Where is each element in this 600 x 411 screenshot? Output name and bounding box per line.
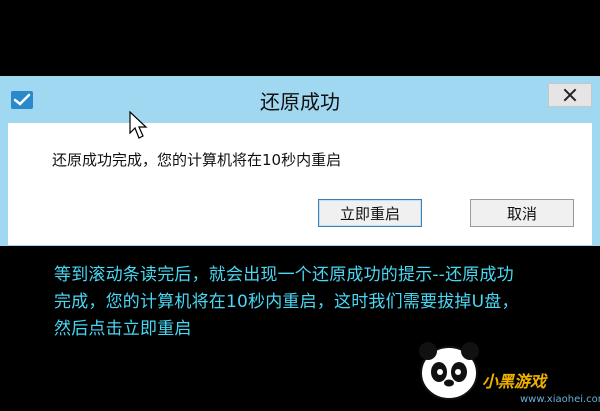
mouse-cursor-icon <box>129 111 148 139</box>
dialog-title: 还原成功 <box>260 90 340 114</box>
watermark-url: www.xiaohei.com <box>520 394 600 405</box>
panda-mascot-logo <box>419 342 479 400</box>
restart-now-button[interactable]: 立即重启 <box>318 199 422 227</box>
cancel-button[interactable]: 取消 <box>470 199 574 227</box>
close-button[interactable] <box>548 83 592 107</box>
dialog-content: 还原成功完成，您的计算机将在10秒内重启 立即重启 取消 <box>8 123 592 245</box>
tutorial-caption: 等到滚动条读完后，就会出现一个还原成功的提示--还原成功完成，您的计算机将在10… <box>54 265 519 339</box>
dialog-titlebar: 还原成功 <box>0 76 600 122</box>
restore-success-dialog: 还原成功 还原成功完成，您的计算机将在10秒内重启 立即重启 取消 <box>0 76 600 246</box>
dialog-message: 还原成功完成，您的计算机将在10秒内重启 <box>52 151 342 169</box>
watermark-logo-text: 小黑游戏 <box>482 372 547 391</box>
